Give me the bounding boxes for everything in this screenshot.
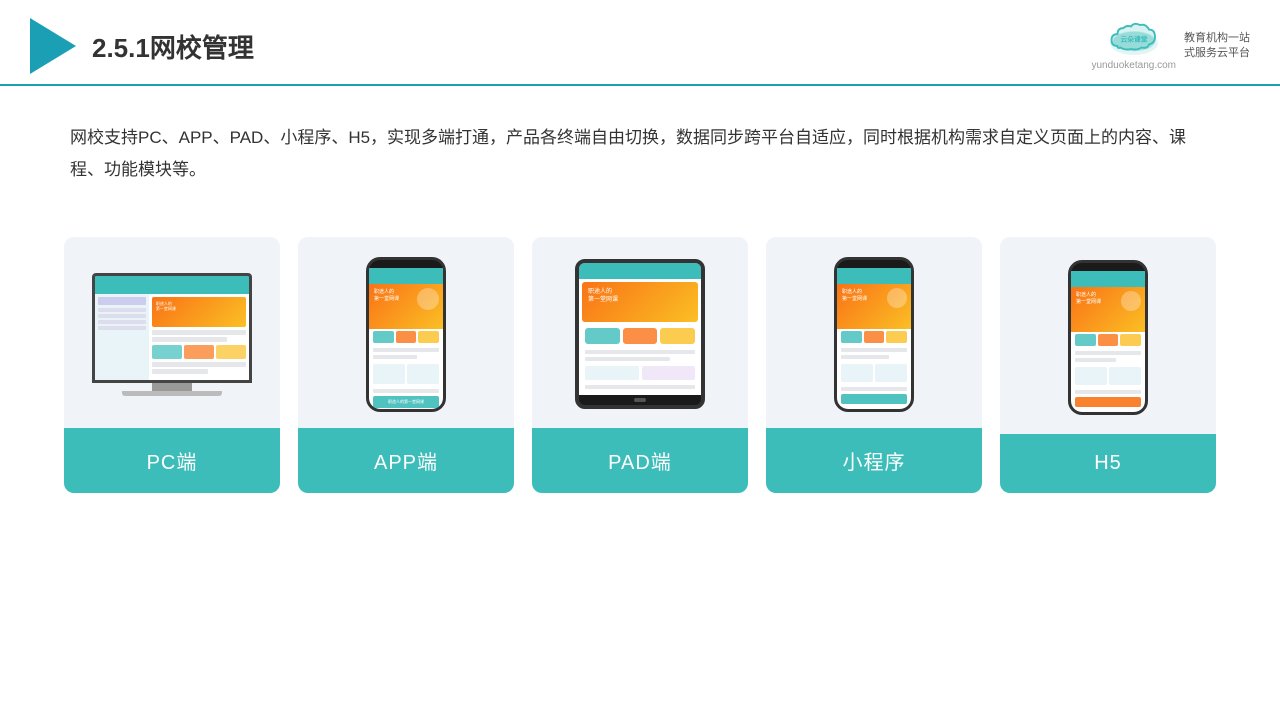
logo-url: yunduoketang.com: [1091, 60, 1176, 71]
app-image-area: 职途人的第一堂网课 职: [298, 237, 514, 428]
h5-label: H5: [1000, 434, 1216, 493]
description-text: 网校支持PC、APP、PAD、小程序、H5，实现多端打通，产品各终端自由切换，数…: [0, 86, 1280, 207]
page-header: 2.5.1网校管理 云朵课堂 yunduoketang.com 教育机构一站 式…: [0, 0, 1280, 86]
app-label: APP端: [298, 428, 514, 493]
page-title: 2.5.1网校管理: [92, 28, 254, 65]
pc-label: PC端: [64, 428, 280, 493]
pad-card: 职途人的第一堂网课 PAD: [532, 237, 748, 493]
pad-mockup: 职途人的第一堂网课: [575, 259, 705, 409]
miniapp-image-area: 职途人的第一堂网课: [766, 237, 982, 428]
pad-label: PAD端: [532, 428, 748, 493]
pc-card: 职途人的第一堂网课: [64, 237, 280, 493]
device-cards-container: 职途人的第一堂网课: [0, 217, 1280, 493]
app-card: 职途人的第一堂网课 职: [298, 237, 514, 493]
miniapp-phone-mockup: 职途人的第一堂网课: [834, 257, 914, 412]
pad-image-area: 职途人的第一堂网课: [532, 237, 748, 428]
h5-image-area: 职途人的第一堂网课: [1000, 237, 1216, 434]
miniapp-card: 职途人的第一堂网课: [766, 237, 982, 493]
svg-text:云朵课堂: 云朵课堂: [1120, 34, 1147, 43]
header-left: 2.5.1网校管理: [30, 18, 254, 74]
pc-image-area: 职途人的第一堂网课: [64, 237, 280, 428]
logo-area: 云朵课堂 yunduoketang.com 教育机构一站 式服务云平台: [1091, 22, 1250, 71]
pc-mockup: 职途人的第一堂网课: [92, 273, 252, 396]
h5-card: 职途人的第一堂网课: [1000, 237, 1216, 493]
h5-phone-mockup: 职途人的第一堂网课: [1068, 260, 1148, 415]
logo-cloud: 云朵课堂 yunduoketang.com: [1091, 22, 1176, 71]
pc-screen: 职途人的第一堂网课: [92, 273, 252, 383]
app-phone-mockup: 职途人的第一堂网课 职: [366, 257, 446, 412]
cloud-logo-icon: 云朵课堂: [1104, 22, 1164, 58]
logo-tagline: 教育机构一站 式服务云平台: [1184, 31, 1250, 62]
play-icon: [30, 18, 76, 74]
miniapp-label: 小程序: [766, 428, 982, 493]
